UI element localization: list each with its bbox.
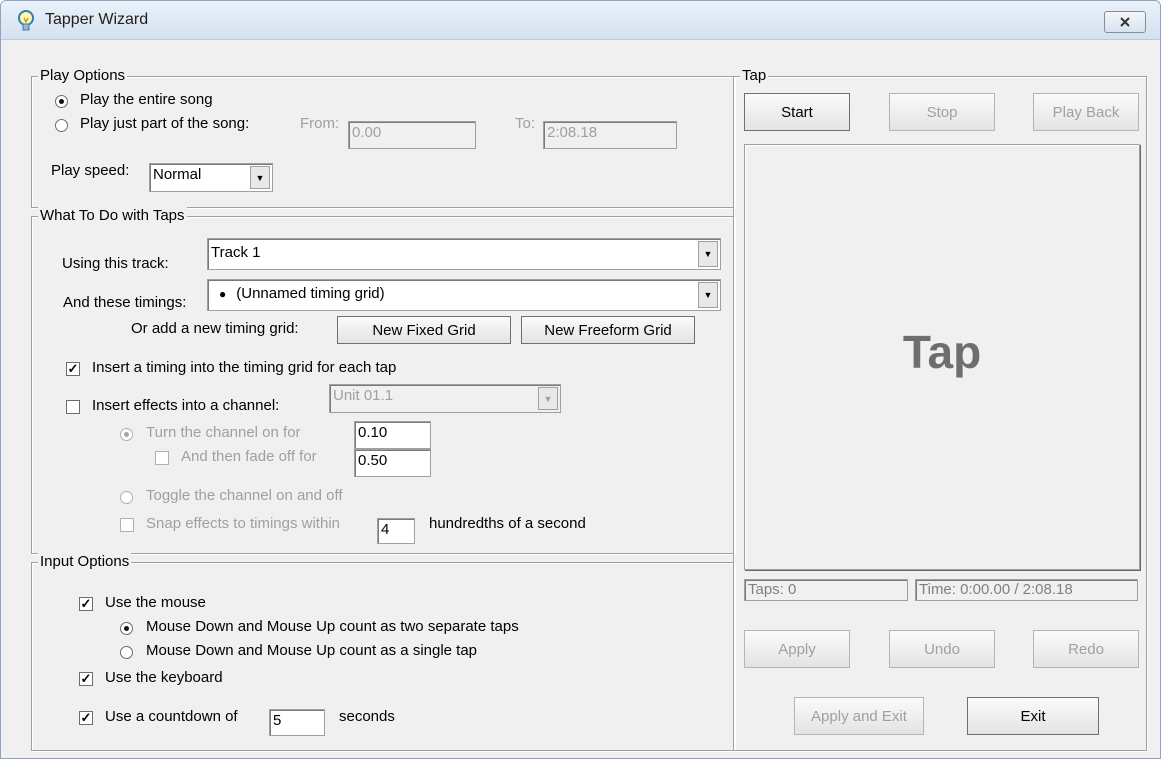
use-mouse-checkbox[interactable]: ✓: [79, 597, 93, 611]
fade-field[interactable]: 0.50: [354, 449, 431, 477]
channel-select[interactable]: Unit 01.1 ▼: [329, 384, 561, 413]
new-freeform-grid-button[interactable]: New Freeform Grid: [521, 316, 695, 344]
tap-area-label: Tap: [902, 326, 982, 378]
use-keyboard-label: Use the keyboard: [105, 669, 223, 686]
play-entire-label: Play the entire song: [80, 91, 213, 108]
snap-field[interactable]: 4: [377, 518, 415, 544]
mouse-single-tap-label: Mouse Down and Mouse Up count as a singl…: [146, 642, 478, 659]
apply-button[interactable]: Apply: [744, 630, 850, 668]
from-field[interactable]: 0.00: [348, 121, 476, 149]
toggle-radio[interactable]: [120, 491, 133, 504]
play-speed-label: Play speed:: [51, 162, 130, 179]
countdown-units-label: seconds: [339, 708, 395, 725]
countdown-checkbox[interactable]: ✓: [79, 711, 93, 725]
track-select[interactable]: Track 1 ▼: [207, 238, 721, 270]
redo-button[interactable]: Redo: [1033, 630, 1139, 668]
timings-label: And these timings:: [63, 294, 187, 311]
play-part-radio[interactable]: [55, 119, 68, 132]
mouse-single-tap-radio[interactable]: [120, 646, 133, 659]
insert-timing-checkbox[interactable]: ✓: [66, 362, 80, 376]
group-label: Play Options: [38, 67, 128, 84]
apply-and-exit-button[interactable]: Apply and Exit: [794, 697, 924, 735]
exit-button[interactable]: Exit: [967, 697, 1099, 735]
fade-checkbox[interactable]: [155, 451, 169, 465]
add-grid-label: Or add a new timing grid:: [131, 320, 299, 337]
insert-effects-label: Insert effects into a channel:: [92, 397, 280, 414]
new-fixed-grid-button[interactable]: New Fixed Grid: [337, 316, 511, 344]
snap-checkbox[interactable]: [120, 518, 134, 532]
to-field[interactable]: 2:08.18: [543, 121, 677, 149]
tap-area[interactable]: Tap: [744, 144, 1140, 570]
insert-timing-label: Insert a timing into the timing grid for…: [92, 359, 397, 376]
track-label: Using this track:: [62, 255, 169, 272]
undo-button[interactable]: Undo: [889, 630, 995, 668]
insert-effects-checkbox[interactable]: [66, 400, 80, 414]
use-mouse-label: Use the mouse: [105, 594, 206, 611]
snap-label: Snap effects to timings within: [146, 515, 340, 532]
close-button[interactable]: [1104, 11, 1146, 33]
chevron-down-icon[interactable]: ▼: [538, 387, 558, 410]
countdown-field[interactable]: 5: [269, 709, 325, 736]
play-speed-select[interactable]: Normal ▼: [149, 163, 273, 192]
close-icon: [1120, 17, 1130, 27]
from-label: From:: [300, 115, 340, 132]
turn-on-field[interactable]: 0.10: [354, 421, 431, 449]
bullet-icon: ●: [219, 287, 227, 301]
tapper-wizard-window: Tapper Wizard Play Options Play the enti…: [0, 0, 1161, 759]
turn-on-label: Turn the channel on for: [146, 424, 301, 441]
use-keyboard-checkbox[interactable]: ✓: [79, 672, 93, 686]
play-back-button[interactable]: Play Back: [1033, 93, 1139, 131]
chevron-down-icon[interactable]: ▼: [698, 282, 718, 308]
stop-button[interactable]: Stop: [889, 93, 995, 131]
group-label: What To Do with Taps: [38, 207, 187, 224]
dialog-client: Play Options Play the entire song Play j…: [9, 40, 1151, 751]
toggle-label: Toggle the channel on and off: [146, 487, 343, 504]
turn-on-radio[interactable]: [120, 428, 133, 441]
chevron-down-icon[interactable]: ▼: [698, 241, 718, 267]
window-title: Tapper Wizard: [45, 11, 149, 28]
mouse-two-taps-radio[interactable]: [120, 622, 133, 635]
mouse-two-taps-label: Mouse Down and Mouse Up count as two sep…: [146, 618, 519, 635]
start-button[interactable]: Start: [744, 93, 850, 131]
fade-label: And then fade off for: [181, 448, 317, 465]
lightbulb-icon: [18, 10, 34, 31]
play-entire-radio[interactable]: [55, 95, 68, 108]
chevron-down-icon[interactable]: ▼: [250, 166, 270, 189]
timings-select[interactable]: ● (Unnamed timing grid) ▼: [207, 279, 721, 311]
taps-count-status: Taps: 0: [744, 579, 908, 601]
group-label: Input Options: [38, 553, 132, 570]
play-part-label: Play just part of the song:: [80, 115, 250, 132]
countdown-label: Use a countdown of: [105, 708, 238, 725]
title-bar[interactable]: Tapper Wizard: [1, 1, 1160, 40]
snap-units-label: hundredths of a second: [429, 515, 586, 532]
group-label: Tap: [740, 67, 769, 84]
time-status: Time: 0:00.00 / 2:08.18: [915, 579, 1138, 601]
to-label: To:: [515, 115, 536, 132]
